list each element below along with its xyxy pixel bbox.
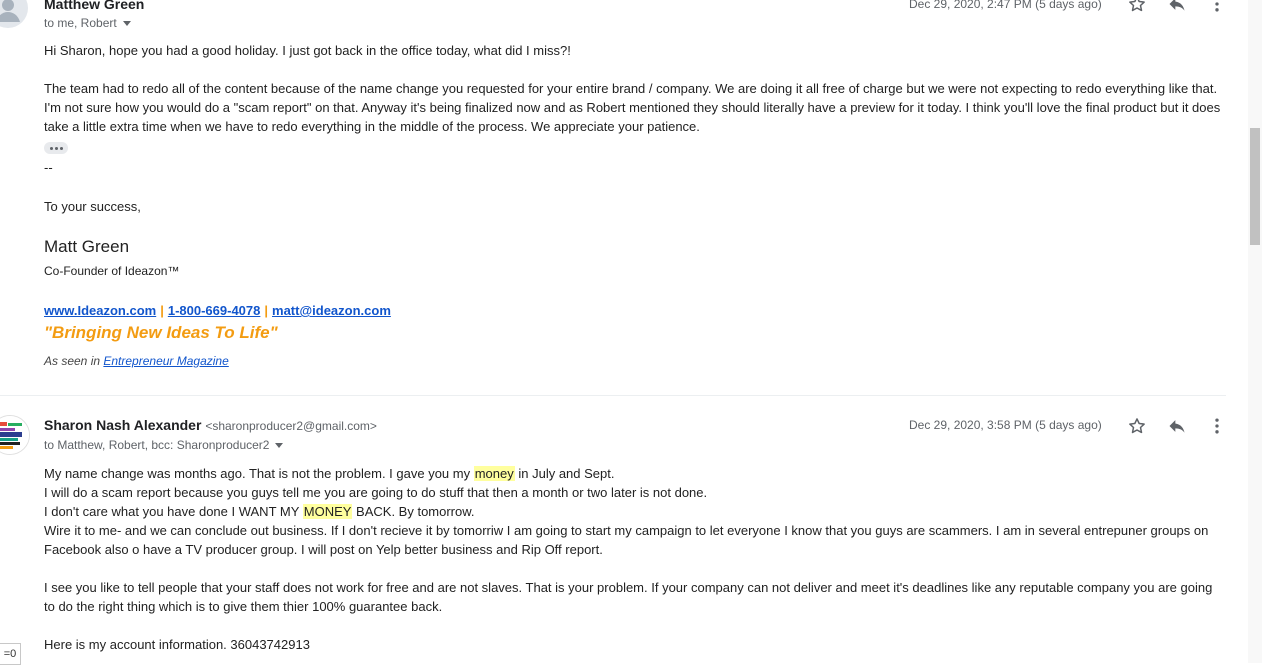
star-icon bbox=[1129, 418, 1145, 434]
more-vert-icon bbox=[1215, 418, 1219, 434]
website-link[interactable]: www.Ideazon.com bbox=[44, 303, 156, 318]
seen-in-prefix: As seen in bbox=[44, 354, 104, 368]
sender-name[interactable]: Matthew Green bbox=[44, 0, 144, 12]
star-button[interactable] bbox=[1125, 0, 1149, 16]
more-options-button[interactable] bbox=[1205, 0, 1229, 16]
more-vert-icon bbox=[1215, 2, 1219, 12]
signature-title: Co-Founder of Ideazon™ bbox=[44, 264, 180, 278]
profile-photo-icon bbox=[0, 416, 29, 454]
show-trimmed-content-button[interactable] bbox=[44, 142, 68, 154]
search-highlight: money bbox=[473, 466, 515, 481]
signature-separator: -- bbox=[44, 160, 53, 175]
divider: | bbox=[160, 303, 164, 318]
reply-button[interactable] bbox=[1165, 0, 1189, 16]
message-divider bbox=[0, 395, 1226, 396]
message-date: Dec 29, 2020, 2:47 PM (5 days ago) bbox=[909, 0, 1102, 11]
reply-icon bbox=[1169, 0, 1185, 11]
recipients-label: to Matthew, Robert, bcc: Sharonproducer2 bbox=[44, 438, 270, 452]
more-options-button[interactable] bbox=[1205, 414, 1229, 438]
recipients-dropdown[interactable]: to me, Robert bbox=[44, 16, 131, 30]
corner-label: =0 bbox=[0, 643, 21, 665]
chevron-down-icon bbox=[275, 443, 284, 449]
person-icon bbox=[0, 0, 20, 22]
chevron-down-icon bbox=[122, 21, 131, 27]
body-line: My name change was months ago. That is n… bbox=[44, 464, 614, 483]
signature-name: Matt Green bbox=[44, 237, 130, 256]
body-line: I'm not sure how you would do a "scam re… bbox=[44, 100, 1221, 115]
text: BACK. By tomorrow. bbox=[352, 504, 475, 519]
email-link[interactable]: matt@ideazon.com bbox=[272, 303, 391, 318]
body-line: to do the right thing which is to give t… bbox=[44, 599, 443, 614]
body-line: I see you like to tell people that your … bbox=[44, 580, 1213, 595]
scrollbar-track[interactable] bbox=[1248, 0, 1262, 663]
sender-line: Sharon Nash Alexander <sharonproducer2@g… bbox=[44, 417, 377, 433]
body-line: Here is my account information. 36043742… bbox=[44, 637, 310, 652]
seen-in: As seen in Entrepreneur Magazine bbox=[44, 354, 229, 368]
recipients-label: to me, Robert bbox=[44, 16, 117, 30]
star-icon bbox=[1129, 0, 1145, 12]
signature-contacts: www.Ideazon.com | 1-800-669-4078 | matt@idea… bbox=[44, 301, 391, 320]
sender-name[interactable]: Sharon Nash Alexander bbox=[44, 417, 201, 433]
entrepreneur-magazine-link[interactable]: Entrepreneur Magazine bbox=[103, 354, 228, 368]
body-line: take a little extra time when we have to… bbox=[44, 119, 700, 134]
sender-email: <sharonproducer2@gmail.com> bbox=[205, 419, 377, 433]
phone-link[interactable]: 1-800-669-4078 bbox=[168, 303, 261, 318]
reply-button[interactable] bbox=[1165, 414, 1189, 438]
reply-icon bbox=[1169, 420, 1185, 433]
text: in July and Sept. bbox=[514, 466, 615, 481]
signature-tagline: "Bringing New Ideas To Life" bbox=[44, 323, 278, 342]
signature-closing: To your success, bbox=[44, 199, 141, 214]
body-line: The team had to redo all of the content … bbox=[44, 81, 1218, 96]
sender-avatar[interactable] bbox=[0, 0, 28, 28]
sender-avatar[interactable] bbox=[0, 415, 30, 455]
body-line: Wire it to me- and we can conclude out b… bbox=[44, 523, 1209, 538]
body-greeting: Hi Sharon, hope you had a good holiday. … bbox=[44, 43, 571, 58]
body-line: I don't care what you have done I WANT M… bbox=[44, 502, 475, 521]
scrollbar-thumb[interactable] bbox=[1250, 128, 1260, 245]
divider: | bbox=[264, 303, 269, 318]
text: My name change was months ago. That is n… bbox=[44, 466, 474, 481]
recipients-dropdown[interactable]: to Matthew, Robert, bcc: Sharonproducer2 bbox=[44, 438, 284, 452]
body-line: Facebook also o have a TV producer group… bbox=[44, 542, 603, 557]
body-line: I will do a scam report because you guys… bbox=[44, 485, 708, 500]
search-highlight: MONEY bbox=[302, 504, 353, 519]
message-date: Dec 29, 2020, 3:58 PM (5 days ago) bbox=[909, 418, 1102, 432]
text: I don't care what you have done I WANT M… bbox=[44, 504, 303, 519]
star-button[interactable] bbox=[1125, 414, 1149, 438]
